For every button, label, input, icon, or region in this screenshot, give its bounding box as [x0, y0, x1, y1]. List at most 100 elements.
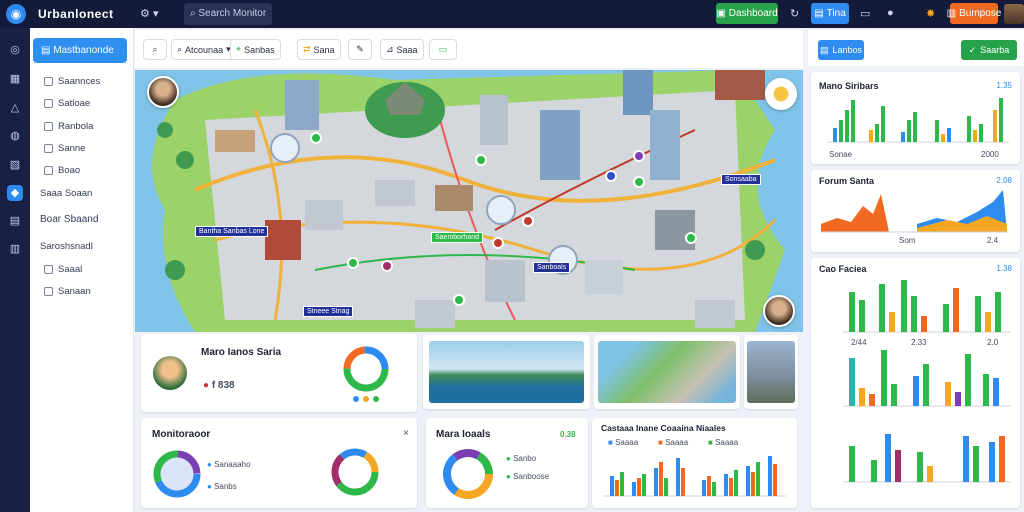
app-name: Urbanlonect: [38, 7, 114, 21]
bars-mini-chart: [604, 456, 786, 497]
app-logo-icon[interactable]: ◉: [6, 4, 26, 24]
map-toolbar: ⌕ ⌕ Atcounaa ▾ ⌖ Sanbas ⇄ Sana ✎ ⊿ Saaa ▭: [135, 30, 803, 68]
alert-icon[interactable]: ✸: [926, 7, 935, 20]
sidebar-section[interactable]: Saroshsnadl: [40, 241, 93, 252]
measure-button[interactable]: ⊿ Saaa: [380, 39, 424, 60]
user-photo-marker[interactable]: [147, 76, 179, 108]
layers-button[interactable]: ▤ Lanbos: [818, 40, 864, 60]
map-pin[interactable]: [605, 170, 617, 182]
search-button[interactable]: ⌕: [143, 39, 167, 60]
user-avatar[interactable]: [1004, 4, 1024, 24]
chart-value: 1.35: [996, 81, 1012, 90]
list-icon: [44, 287, 53, 296]
close-icon[interactable]: ×: [403, 428, 409, 439]
photo-card[interactable]: [594, 335, 740, 409]
city-photo[interactable]: [429, 341, 584, 403]
map-icon[interactable]: ◆: [7, 185, 23, 201]
chart-label: 2000: [981, 150, 999, 159]
list-icon: [44, 77, 53, 86]
filter-button[interactable]: ⌕ Atcounaa ▾: [171, 39, 237, 60]
map-pin[interactable]: [310, 132, 322, 144]
map-pin[interactable]: [685, 232, 697, 244]
menu-icon[interactable]: ▾: [153, 7, 159, 20]
report-button[interactable]: ▥ Bumpose: [947, 3, 1001, 24]
save-button[interactable]: ✓ Saarba: [961, 40, 1017, 60]
map-pin[interactable]: [633, 176, 645, 188]
sidebar-item[interactable]: Saannces: [44, 76, 100, 87]
list-icon: [44, 265, 53, 274]
user-photo-marker[interactable]: [763, 295, 795, 327]
summary-card: Mara Ioaals 0.38 ● Sanbo ● Sanboose: [426, 418, 588, 508]
map-pin[interactable]: [347, 257, 359, 269]
profile-icon[interactable]: ●: [887, 7, 894, 19]
badge-marker[interactable]: [765, 78, 797, 110]
sidebar-item[interactable]: Satloae: [44, 98, 90, 109]
donut-legend: [353, 396, 379, 402]
sidebar-item[interactable]: Saaa Soaan: [40, 188, 92, 199]
legend-dot: [363, 396, 369, 402]
map-illustration: [135, 70, 803, 332]
options-button[interactable]: ▭: [429, 39, 457, 60]
chart-icon[interactable]: ▧: [7, 157, 23, 173]
chart-panel-3: Cao Faciea 1.38 2/44 2.33 2.0: [811, 258, 1020, 508]
map-photo[interactable]: [598, 341, 736, 403]
sidebar-header[interactable]: ▤ Mastbanonde: [33, 38, 127, 63]
map-pin[interactable]: [453, 294, 465, 306]
legend-item: ■ Saaaa: [708, 438, 739, 447]
search-input[interactable]: ⌕ Search Monitor: [184, 3, 272, 25]
map-pin[interactable]: [475, 154, 487, 166]
bar-chart-3c: [843, 434, 1011, 483]
chat-icon[interactable]: ▭: [860, 7, 870, 20]
alert-icon[interactable]: △: [7, 100, 23, 116]
home-icon[interactable]: ◎: [7, 42, 23, 58]
map-pin[interactable]: [633, 150, 645, 162]
check-icon: ✓: [968, 44, 977, 55]
legend-item: ● Sanbs: [207, 482, 237, 491]
legend-dot: [353, 396, 359, 402]
chart-label: Sonae: [829, 150, 853, 159]
sidebar-section[interactable]: Boar Sbaand: [40, 214, 98, 225]
edit-button[interactable]: ✎: [348, 39, 372, 60]
refresh-icon[interactable]: ↻: [790, 7, 799, 20]
layers-button[interactable]: ⌖ Sanbas: [230, 39, 281, 60]
map-pin[interactable]: [522, 215, 534, 227]
photo-card[interactable]: [744, 335, 798, 409]
map-label[interactable]: Sanboals: [533, 262, 571, 273]
city-map[interactable]: Bantha Sanbas Lone Saemborhand Sanboals …: [135, 70, 803, 332]
monitor-ring-chart: [331, 448, 379, 496]
profile-value: ● f 838: [203, 380, 235, 391]
sidebar-item[interactable]: Sanne: [44, 143, 85, 154]
sidebar-item[interactable]: Saaal: [44, 264, 82, 275]
map-label[interactable]: Stneee Stnag: [303, 306, 354, 317]
profile-title: Maro Ianos Saria: [201, 347, 282, 358]
building-icon[interactable]: ▥: [7, 241, 23, 257]
dashboard-button[interactable]: ▣ Dashboard: [716, 3, 778, 24]
street-photo[interactable]: [747, 341, 795, 403]
map-pin[interactable]: [381, 260, 393, 272]
map-label[interactable]: Sonsaaba: [721, 174, 761, 185]
map-pin[interactable]: [492, 237, 504, 249]
grid-icon[interactable]: ▦: [7, 71, 23, 87]
measure-icon: ⊿: [386, 44, 394, 54]
chart-panel-2: Forum Santa 2.08 Som 2.4: [811, 170, 1020, 252]
sidebar-item[interactable]: Sanaan: [44, 286, 91, 297]
map-label[interactable]: Bantha Sanbas Lone: [195, 226, 269, 237]
route-icon: ⇄: [303, 44, 311, 54]
legend-item: ● Sanboose: [506, 472, 550, 481]
options-icon: ▭: [438, 44, 448, 54]
route-button[interactable]: ⇄ Sana: [297, 39, 341, 60]
bar-chart-1: [827, 98, 1009, 143]
menu-icon: ▤: [41, 45, 54, 56]
chart-label: 2/44: [851, 338, 867, 347]
settings-icon[interactable]: ⚙: [140, 7, 150, 20]
map-label[interactable]: Saemborhand: [431, 232, 483, 243]
photo-card[interactable]: [423, 335, 590, 409]
sidebar: ▤ Mastbanonde Saannces Satloae Ranbola S…: [30, 28, 134, 512]
view-button[interactable]: ▤ Tina: [811, 3, 849, 24]
sidebar-item[interactable]: Ranbola: [44, 121, 93, 132]
globe-icon[interactable]: ◍: [7, 128, 23, 144]
profile-card: Maro Ianos Saria ● f 838: [141, 334, 417, 412]
calendar-icon[interactable]: ▤: [7, 213, 23, 229]
chart-label: 2.0: [987, 338, 999, 347]
sidebar-item[interactable]: Boao: [44, 165, 80, 176]
